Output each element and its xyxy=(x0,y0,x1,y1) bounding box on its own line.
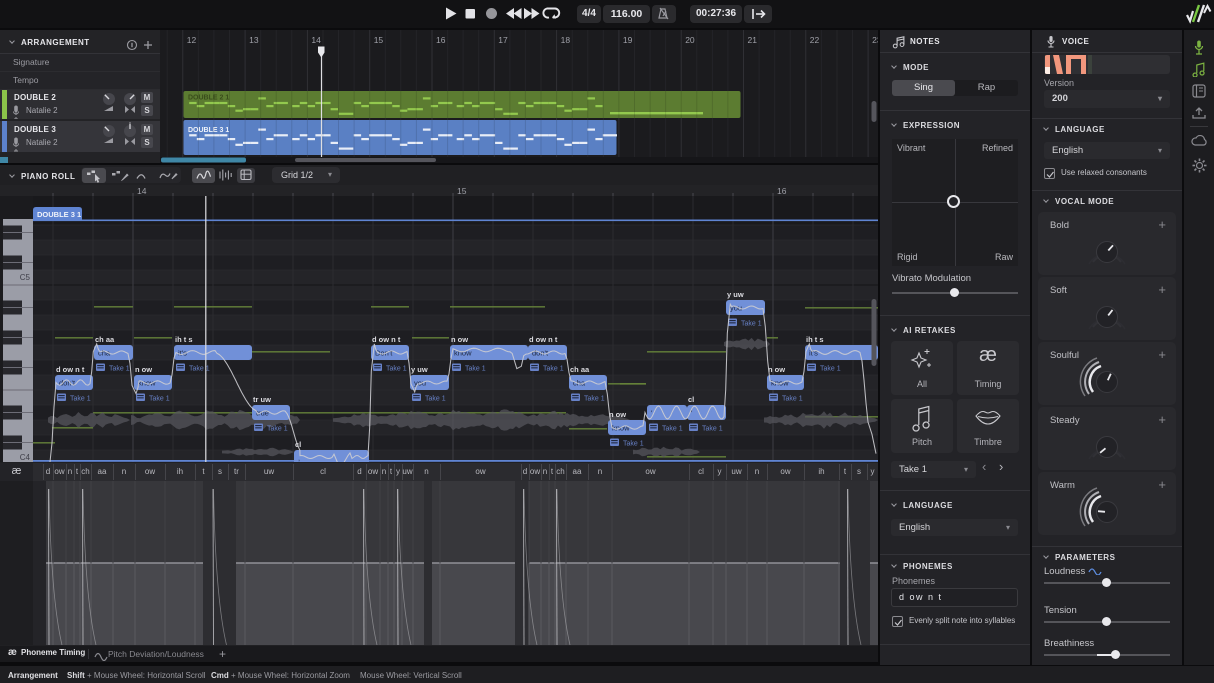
svg-text:DOUBLE 2 1: DOUBLE 2 1 xyxy=(188,95,229,102)
svg-text:Take 1: Take 1 xyxy=(267,426,288,433)
svg-text:Take 1: Take 1 xyxy=(70,396,91,403)
svg-text:Take 1: Take 1 xyxy=(543,366,564,373)
svg-text:17: 17 xyxy=(498,35,508,45)
svg-text:ch aa: ch aa xyxy=(570,365,590,374)
svg-text:n ow: n ow xyxy=(768,365,785,374)
svg-text:C5: C5 xyxy=(20,273,31,282)
svg-text:20: 20 xyxy=(685,35,695,45)
svg-text:23: 23 xyxy=(872,35,878,45)
svg-text:d ow n t: d ow n t xyxy=(529,335,558,344)
svg-text:tr uw: tr uw xyxy=(253,395,271,404)
svg-text:16: 16 xyxy=(436,35,446,45)
svg-text:ih t s: ih t s xyxy=(806,335,824,344)
svg-text:Take 1: Take 1 xyxy=(623,441,644,448)
svg-text:Take 1: Take 1 xyxy=(782,396,803,403)
svg-text:Take 1: Take 1 xyxy=(465,366,486,373)
svg-text:Take 1: Take 1 xyxy=(820,366,841,373)
svg-text:19: 19 xyxy=(623,35,633,45)
svg-text:n ow: n ow xyxy=(135,365,152,374)
svg-text:14: 14 xyxy=(311,35,321,45)
svg-text:12: 12 xyxy=(187,35,197,45)
svg-text:y uw: y uw xyxy=(411,365,428,374)
svg-text:13: 13 xyxy=(249,35,259,45)
svg-text:n ow: n ow xyxy=(451,335,468,344)
svg-text:y uw: y uw xyxy=(727,290,744,299)
svg-text:21: 21 xyxy=(748,35,758,45)
svg-text:n ow: n ow xyxy=(609,410,626,419)
svg-text:Take 1: Take 1 xyxy=(741,321,762,328)
svg-text:ih t s: ih t s xyxy=(175,335,193,344)
svg-text:Take 1: Take 1 xyxy=(662,426,683,433)
svg-text:d ow n t: d ow n t xyxy=(372,335,401,344)
svg-text:d ow n t: d ow n t xyxy=(56,365,85,374)
svg-text:Take 1: Take 1 xyxy=(189,366,210,373)
svg-text:15: 15 xyxy=(374,35,384,45)
svg-text:Don't: Don't xyxy=(375,349,393,358)
svg-text:DOUBLE 3 1: DOUBLE 3 1 xyxy=(37,210,81,219)
svg-text:C4: C4 xyxy=(20,453,31,462)
svg-text:DOUBLE 3 1: DOUBLE 3 1 xyxy=(188,127,229,134)
svg-text:Take 1: Take 1 xyxy=(702,426,723,433)
svg-text:Take 1: Take 1 xyxy=(386,366,407,373)
svg-text:know: know xyxy=(771,379,789,388)
svg-text:18: 18 xyxy=(561,35,571,45)
svg-text:22: 22 xyxy=(810,35,820,45)
svg-text:Take 1: Take 1 xyxy=(109,366,130,373)
svg-text:Take 1: Take 1 xyxy=(425,396,446,403)
svg-text:know: know xyxy=(138,379,156,388)
svg-text:ch aa: ch aa xyxy=(95,335,115,344)
svg-text:it's: it's xyxy=(809,349,818,358)
svg-text:Take 1: Take 1 xyxy=(584,396,605,403)
svg-text:cl: cl xyxy=(688,395,694,404)
svg-text:Take 1: Take 1 xyxy=(149,396,170,403)
svg-text:i: i xyxy=(129,121,132,131)
